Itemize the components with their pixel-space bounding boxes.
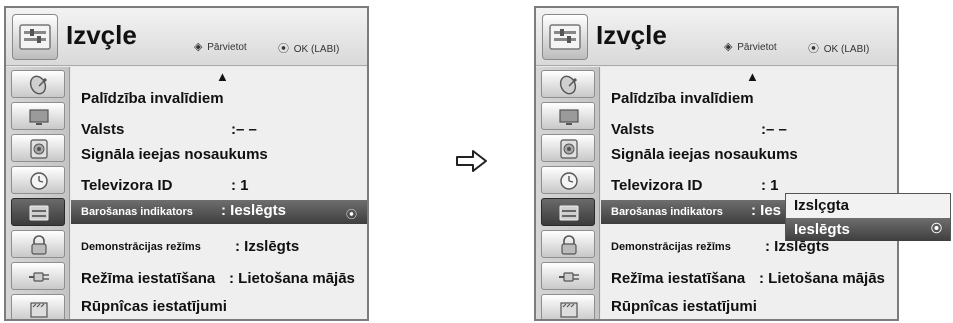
support-icon[interactable] <box>11 294 65 319</box>
menu-item-value: :– – <box>761 121 787 138</box>
clock-icon[interactable] <box>11 166 65 194</box>
category-sidebar <box>6 67 70 319</box>
menu-header: Izvçle ◈ Pārvietot ⦿ OK (LABI) <box>536 8 897 66</box>
menu-item-value: :– – <box>231 121 257 138</box>
option-tools-icon[interactable] <box>541 198 595 226</box>
ok-hint-label: OK (LABI) <box>293 44 340 55</box>
support-icon[interactable] <box>541 294 595 319</box>
popup-option-label: Ieslēgts <box>794 221 850 238</box>
scroll-up-arrow-icon[interactable]: ▲ <box>746 69 759 84</box>
speaker-icon[interactable] <box>11 134 65 162</box>
satellite-dish-icon[interactable] <box>11 70 65 98</box>
speaker-icon[interactable] <box>541 134 595 162</box>
navigate-hint: ◈ Pārvietot <box>724 40 777 53</box>
menu-item-label: Valsts <box>81 121 125 138</box>
menu-item-label: Demonstrācijas režīms <box>611 241 731 253</box>
menu-title: Izvçle <box>66 20 137 50</box>
navigate-hint: ◈ Pārvietot <box>194 40 247 53</box>
menu-item-label: Rūpnîcas iestatījumi <box>611 298 757 315</box>
menu-item-label: Demonstrācijas režīms <box>81 241 201 253</box>
right-arrow-icon <box>455 148 489 179</box>
monitor-icon[interactable] <box>541 102 595 130</box>
menu-item-label: Barošanas indikators <box>611 206 723 218</box>
lock-icon[interactable] <box>11 230 65 258</box>
navigate-hint-label: Pārvietot <box>207 42 247 53</box>
ok-button-icon: ⦿ <box>278 43 289 55</box>
menu-item-value: : Ieslēgts <box>221 202 287 219</box>
menu-list: ▲ Palīdzība invalīdiem Valsts :– – Signā… <box>71 67 367 319</box>
popup-option-off[interactable]: Izslçgta <box>786 194 950 217</box>
menu-item-value: : 1 <box>761 177 779 194</box>
ok-hint: ⦿ OK (LABI) <box>278 40 339 56</box>
popup-option-on[interactable]: Ieslēgts ⦿ <box>786 218 950 241</box>
clock-icon[interactable] <box>541 166 595 194</box>
scroll-up-arrow-icon[interactable]: ▲ <box>216 69 229 84</box>
menu-item-value: : 1 <box>231 177 249 194</box>
input-plug-icon[interactable] <box>11 262 65 290</box>
menu-item-label: Signāla ieejas nosaukums <box>611 146 798 163</box>
menu-item-power-indicator[interactable]: Barošanas indikators : Ieslēgts ⦿ <box>71 200 367 224</box>
menu-panel-right: Izvçle ◈ Pārvietot ⦿ OK (LABI) ▲ Palīdzī… <box>534 6 899 321</box>
input-plug-icon[interactable] <box>541 262 595 290</box>
ok-button-icon: ⦿ <box>808 43 819 55</box>
satellite-dish-icon[interactable] <box>541 70 595 98</box>
menu-item-label: Režīma iestatīšana <box>81 270 216 287</box>
menu-item-label: Rūpnîcas iestatījumi <box>81 298 227 315</box>
option-tools-icon <box>542 14 588 60</box>
category-sidebar <box>536 67 600 319</box>
menu-item-value: : Ies <box>751 202 782 219</box>
navigate-arrows-icon: ◈ <box>194 41 203 53</box>
menu-item-label: Palīdzība invalīdiem <box>611 90 754 107</box>
menu-item-label: Barošanas indikators <box>81 206 193 218</box>
menu-item-label: Signāla ieejas nosaukums <box>81 146 268 163</box>
menu-item-value: : Lietošana mājās <box>759 270 885 287</box>
menu-item-value: : Izslēgts <box>235 238 300 255</box>
menu-header: Izvçle ◈ Pārvietot ⦿ OK (LABI) <box>6 8 367 66</box>
option-tools-icon <box>12 14 58 60</box>
ok-hint-label: OK (LABI) <box>823 44 870 55</box>
menu-item-label: Televizora ID <box>81 177 173 194</box>
ok-selected-icon: ⦿ <box>931 223 942 235</box>
option-tools-icon[interactable] <box>11 198 65 226</box>
monitor-icon[interactable] <box>11 102 65 130</box>
menu-item-label: Palīdzība invalīdiem <box>81 90 224 107</box>
menu-item-label: Režīma iestatīšana <box>611 270 746 287</box>
ok-selected-icon: ⦿ <box>346 209 357 221</box>
power-indicator-options-popup: Izslçgta Ieslēgts ⦿ <box>785 193 951 241</box>
ok-hint: ⦿ OK (LABI) <box>808 40 869 56</box>
lock-icon[interactable] <box>541 230 595 258</box>
menu-item-label: Televizora ID <box>611 177 703 194</box>
navigate-arrows-icon: ◈ <box>724 41 733 53</box>
menu-title: Izvçle <box>596 20 667 50</box>
menu-panel-left: Izvçle ◈ Pārvietot ⦿ OK (LABI) ▲ Palīdzī… <box>4 6 369 321</box>
menu-item-label: Valsts <box>611 121 655 138</box>
navigate-hint-label: Pārvietot <box>737 42 777 53</box>
menu-item-value: : Lietošana mājās <box>229 270 355 287</box>
